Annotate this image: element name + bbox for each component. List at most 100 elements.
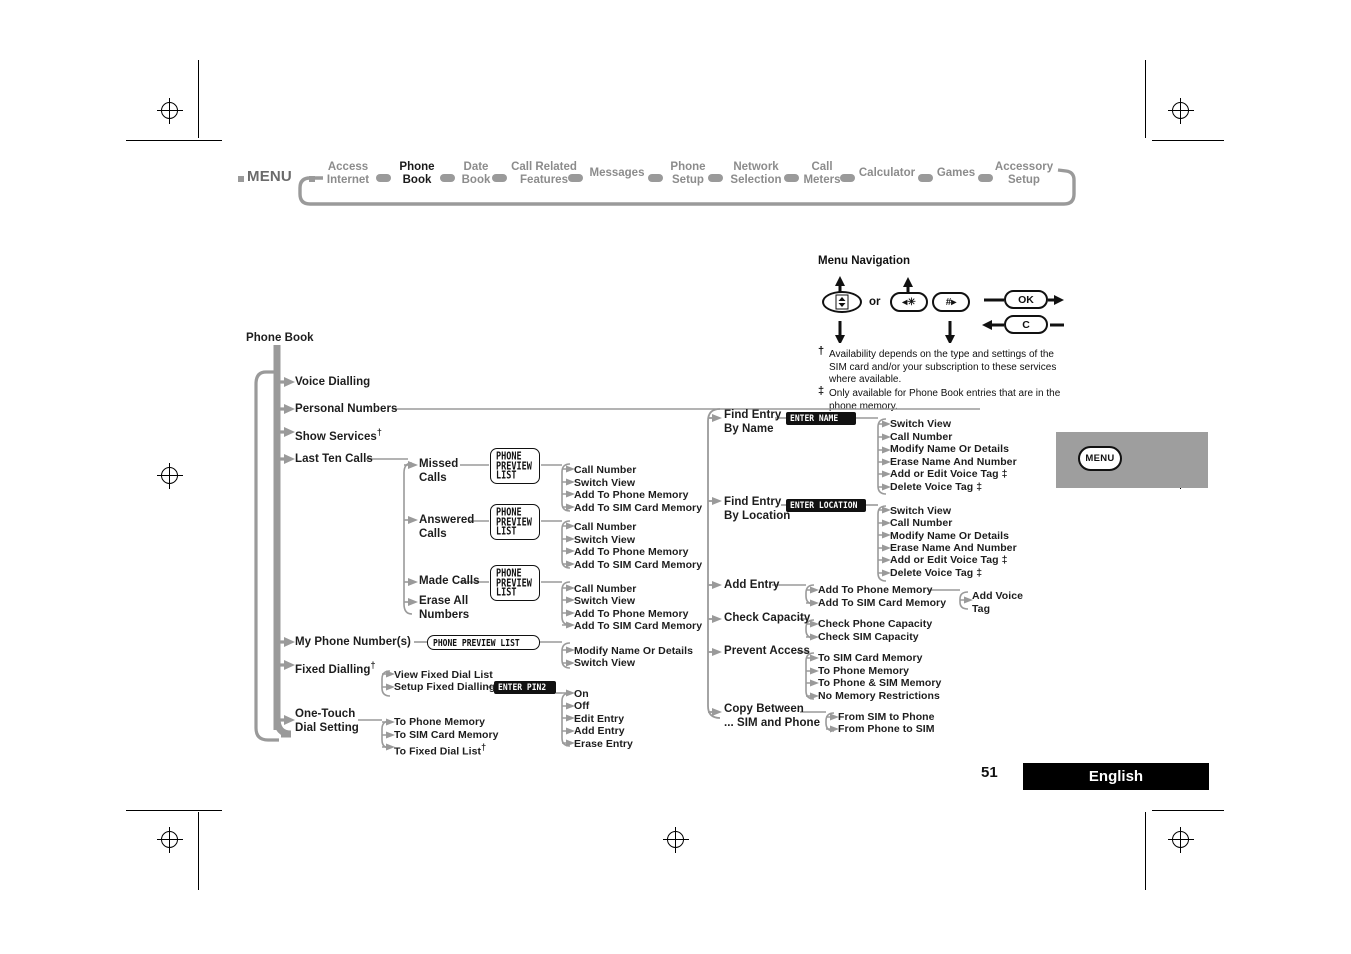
action-call-number-3[interactable]: Call Number: [574, 583, 636, 596]
menu-item-phone-setup[interactable]: Phone Setup: [660, 161, 716, 186]
entry-action-label: Add or Edit Voice Tag: [890, 468, 999, 480]
action-ot-to-fixed-dial-list[interactable]: To Fixed Dial List†: [394, 741, 486, 758]
tree-node-prevent-access[interactable]: Prevent Access: [724, 645, 810, 659]
lcd-phone-preview-list-2: PHONE PREVIEW LIST: [490, 504, 540, 540]
entry-action-call-number-name[interactable]: Call Number: [890, 431, 952, 444]
menu-item-date-book[interactable]: Date Book: [454, 161, 498, 186]
entry-action-add-or-edit-voice-tag-name[interactable]: Add or Edit Voice Tag ‡: [890, 468, 1007, 481]
lcd-enter-pin2: ENTER PIN2: [494, 681, 556, 694]
entry-action-label: Delete Voice Tag: [890, 481, 974, 493]
menu-bar: MENU Access Internet Phone Book Date Boo…: [238, 158, 1088, 210]
crop-line-top-right-h: [1152, 140, 1224, 141]
registration-mark-mid-left: [157, 463, 183, 489]
entry-action-switch-view-name[interactable]: Switch View: [890, 418, 951, 431]
entry-action-modify-name-or-details-name[interactable]: Modify Name Or Details: [890, 443, 1009, 456]
clear-key[interactable]: C: [1004, 315, 1048, 334]
menu-item-games[interactable]: Games: [930, 167, 982, 180]
action-add-voice-tag[interactable]: Add Voice Tag: [972, 590, 1023, 615]
tree-node-erase-all-numbers[interactable]: Erase All Numbers: [419, 595, 469, 622]
tree-node-voice-dialling[interactable]: Voice Dialling: [295, 376, 370, 390]
action-fd-edit-entry[interactable]: Edit Entry: [574, 713, 624, 726]
action-fd-add-entry[interactable]: Add Entry: [574, 725, 625, 738]
action-add-to-sim-card-memory-3[interactable]: Add To SIM Card Memory: [574, 620, 702, 633]
action-switch-view-mypn[interactable]: Switch View: [574, 657, 635, 670]
action-switch-view-2[interactable]: Switch View: [574, 534, 635, 547]
lcd-line-enter-name: ENTER NAME: [790, 413, 839, 424]
entry-action-erase-name-and-number-loc[interactable]: Erase Name And Number: [890, 542, 1017, 555]
star-key[interactable]: ◂✳: [890, 292, 928, 312]
tree-node-made-calls[interactable]: Made Calls: [419, 575, 480, 589]
menu-separator-dot-4: [568, 174, 583, 182]
action-ot-to-phone-memory[interactable]: To Phone Memory: [394, 716, 485, 729]
action-check-phone-capacity[interactable]: Check Phone Capacity: [818, 618, 932, 631]
action-switch-view-1[interactable]: Switch View: [574, 477, 635, 490]
tree-node-find-entry-by-name[interactable]: Find Entry By Name: [724, 409, 781, 436]
or-label: or: [869, 296, 881, 308]
page-number: 51: [981, 764, 998, 781]
action-add-to-phone-memory-3[interactable]: Add To Phone Memory: [574, 608, 689, 621]
menu-item-network-selection[interactable]: Network Selection: [722, 161, 790, 186]
action-call-number-1[interactable]: Call Number: [574, 464, 636, 477]
tree-node-check-capacity[interactable]: Check Capacity: [724, 612, 810, 626]
action-modify-name-or-details-mypn[interactable]: Modify Name Or Details: [574, 645, 693, 658]
tree-node-copy-between-sim-and-phone[interactable]: Copy Between ... SIM and Phone: [724, 703, 820, 730]
footnote-mark-doubledagger: ‡: [818, 385, 825, 397]
menu-item-call-meters[interactable]: Call Meters: [798, 161, 846, 186]
action-pa-to-phone-memory[interactable]: To Phone Memory: [818, 665, 909, 678]
tree-node-add-entry[interactable]: Add Entry: [724, 579, 779, 593]
lcd-enter-name: ENTER NAME: [786, 412, 856, 425]
tree-node-answered-calls[interactable]: Answered Calls: [419, 514, 474, 541]
action-add-to-sim-card-memory-entry[interactable]: Add To SIM Card Memory: [818, 597, 946, 610]
tree-node-my-phone-numbers[interactable]: My Phone Number(s): [295, 636, 411, 650]
rocker-key[interactable]: [822, 291, 862, 313]
action-from-phone-to-sim[interactable]: From Phone to SIM: [838, 723, 935, 736]
lcd-line-3: LIST: [496, 469, 517, 483]
entry-action-switch-view-loc[interactable]: Switch View: [890, 505, 951, 518]
action-setup-fixed-dialling[interactable]: Setup Fixed Dialling: [394, 681, 495, 694]
footnote-text-dagger: Availability depends on the type and set…: [829, 349, 1057, 385]
action-check-sim-capacity[interactable]: Check SIM Capacity: [818, 631, 919, 644]
action-fd-on[interactable]: On: [574, 688, 589, 701]
tree-node-find-entry-by-location[interactable]: Find Entry By Location: [724, 496, 790, 523]
action-add-to-sim-card-memory-1[interactable]: Add To SIM Card Memory: [574, 502, 702, 515]
action-add-to-phone-memory-entry[interactable]: Add To Phone Memory: [818, 584, 933, 597]
action-fd-off[interactable]: Off: [574, 700, 589, 713]
menu-item-calculator[interactable]: Calculator: [852, 167, 922, 180]
tree-node-one-touch-dial-setting[interactable]: One-Touch Dial Setting: [295, 708, 359, 735]
hash-key[interactable]: #▸: [932, 292, 970, 312]
tree-node-fixed-dialling-label: Fixed Dialling: [295, 663, 371, 676]
tree-node-personal-numbers[interactable]: Personal Numbers: [295, 403, 397, 417]
footnote-text-doubledagger: Only available for Phone Book entries th…: [829, 388, 1061, 412]
action-ot-to-sim-card-memory[interactable]: To SIM Card Memory: [394, 729, 499, 742]
menu-item-accessory-setup[interactable]: Accessory Setup: [990, 161, 1058, 186]
action-add-to-sim-card-memory-2[interactable]: Add To SIM Card Memory: [574, 559, 702, 572]
double-dagger-mark: ‡: [976, 567, 983, 579]
entry-action-modify-name-or-details-loc[interactable]: Modify Name Or Details: [890, 530, 1009, 543]
action-pa-no-memory-restrictions[interactable]: No Memory Restrictions: [818, 690, 940, 703]
menu-chip-button[interactable]: MENU: [1078, 446, 1122, 471]
footnote-mark-dagger: †: [818, 345, 825, 357]
ok-key[interactable]: OK: [1004, 290, 1048, 309]
action-add-to-phone-memory-2[interactable]: Add To Phone Memory: [574, 546, 689, 559]
menu-item-access-internet[interactable]: Access Internet: [316, 161, 380, 186]
tree-node-missed-calls[interactable]: Missed Calls: [419, 458, 458, 485]
action-pa-to-sim-card-memory[interactable]: To SIM Card Memory: [818, 652, 923, 665]
entry-action-label: Add or Edit Voice Tag: [890, 554, 999, 566]
menu-item-phone-book[interactable]: Phone Book: [390, 161, 444, 186]
entry-action-call-number-loc[interactable]: Call Number: [890, 517, 952, 530]
entry-action-add-or-edit-voice-tag-loc[interactable]: Add or Edit Voice Tag ‡: [890, 554, 1007, 567]
entry-action-erase-name-and-number-name[interactable]: Erase Name And Number: [890, 456, 1017, 469]
tree-node-last-ten-calls[interactable]: Last Ten Calls: [295, 453, 373, 467]
action-from-sim-to-phone[interactable]: From SIM to Phone: [838, 711, 935, 724]
action-switch-view-3[interactable]: Switch View: [574, 595, 635, 608]
tree-node-fixed-dialling[interactable]: Fixed Dialling†: [295, 659, 376, 677]
tree-node-show-services[interactable]: Show Services†: [295, 426, 382, 444]
action-add-to-phone-memory-1[interactable]: Add To Phone Memory: [574, 489, 689, 502]
action-fd-erase-entry[interactable]: Erase Entry: [574, 738, 633, 751]
entry-action-delete-voice-tag-loc[interactable]: Delete Voice Tag ‡: [890, 567, 982, 580]
action-view-fixed-dial-list[interactable]: View Fixed Dial List: [394, 669, 493, 682]
action-pa-to-phone-and-sim-memory[interactable]: To Phone & SIM Memory: [818, 677, 941, 690]
entry-action-delete-voice-tag-name[interactable]: Delete Voice Tag ‡: [890, 481, 982, 494]
action-call-number-2[interactable]: Call Number: [574, 521, 636, 534]
menu-item-messages[interactable]: Messages: [584, 167, 650, 180]
